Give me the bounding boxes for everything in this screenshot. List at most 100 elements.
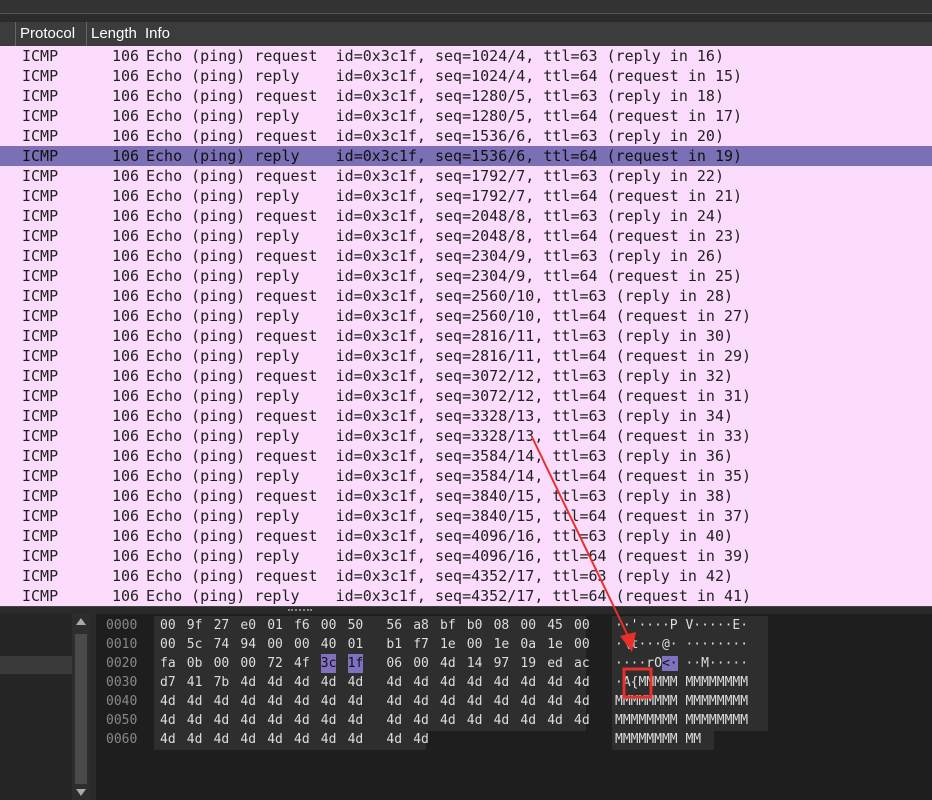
hex-byte[interactable]: 94 — [240, 635, 256, 655]
hex-byte[interactable]: e0 — [240, 616, 256, 636]
hex-byte[interactable]: 4d — [440, 654, 456, 674]
hex-byte[interactable]: 4d — [494, 673, 510, 693]
hex-byte[interactable]: 4d — [386, 692, 402, 712]
hex-byte[interactable]: 40 — [321, 635, 337, 655]
hex-byte[interactable]: 01 — [348, 635, 364, 655]
hex-byte[interactable]: ac — [574, 654, 590, 674]
hex-byte[interactable]: 4d — [240, 673, 256, 693]
hex-byte[interactable]: 4d — [240, 730, 256, 750]
hex-byte[interactable]: 4d — [321, 673, 337, 693]
packet-row[interactable]: ICMP 106 Echo (ping) reply id=0x3c1f, seq=… — [0, 226, 932, 246]
scroll-thumb[interactable] — [75, 634, 87, 784]
scroll-up-icon[interactable] — [76, 618, 86, 625]
packet-row[interactable]: ICMP 106 Echo (ping) reply id=0x3c1f, seq=… — [0, 106, 932, 126]
hex-byte[interactable]: 4d — [294, 730, 310, 750]
hex-byte[interactable]: 06 — [386, 654, 402, 674]
hex-byte[interactable]: 4d — [520, 711, 536, 731]
packet-row[interactable]: ICMP 106 Echo (ping) request id=0x3c1f, se… — [0, 166, 932, 186]
hex-byte[interactable]: 00 — [467, 635, 483, 655]
packet-row[interactable]: ICMP 106 Echo (ping) reply id=0x3c1f, seq=… — [0, 546, 932, 566]
hex-byte[interactable]: 4d — [214, 692, 230, 712]
hex-byte[interactable]: 1f — [347, 654, 364, 674]
hex-byte[interactable]: 4d — [348, 692, 364, 712]
packet-row[interactable]: ICMP 106 Echo (ping) request id=0x3c1f, se… — [0, 206, 932, 226]
packet-bytes-pane[interactable]: 0000 00 9f 27 e0 01 f6 00 50 56 a8 bf b0 08 00 45 00 ··'·… — [96, 614, 932, 800]
hex-byte[interactable]: 4d — [321, 711, 337, 731]
hex-byte[interactable]: 4d — [440, 673, 456, 693]
ascii-row[interactable]: MMMMMMMM MM — [615, 730, 701, 750]
hex-byte[interactable]: 4d — [160, 692, 176, 712]
hex-byte[interactable]: 45 — [547, 616, 563, 636]
hex-byte[interactable]: 00 — [160, 616, 176, 636]
hex-byte[interactable]: 4d — [187, 711, 203, 731]
hex-byte[interactable]: d7 — [160, 673, 176, 693]
hex-byte[interactable]: 1e — [547, 635, 563, 655]
hex-byte[interactable]: 4d — [440, 711, 456, 731]
hex-byte[interactable]: 97 — [494, 654, 510, 674]
hex-byte[interactable]: 50 — [348, 616, 364, 636]
ascii-row[interactable]: MMMMMMMM MMMMMMMM — [615, 692, 748, 712]
ascii-row[interactable]: ··'····P V·····E· — [615, 616, 748, 636]
scroll-down-icon[interactable] — [76, 789, 86, 796]
hex-byte[interactable]: 4d — [267, 673, 283, 693]
packet-row[interactable]: ICMP 106 Echo (ping) reply id=0x3c1f, seq=… — [0, 426, 932, 446]
packet-row[interactable]: ICMP 106 Echo (ping) reply id=0x3c1f, seq=… — [0, 586, 932, 606]
hex-byte[interactable]: 4d — [413, 673, 429, 693]
packet-row[interactable]: ICMP 106 Echo (ping) request id=0x3c1f, se… — [0, 566, 932, 586]
hex-byte[interactable]: 4d — [267, 711, 283, 731]
hex-byte[interactable]: 4d — [267, 692, 283, 712]
hex-byte[interactable]: 56 — [386, 616, 402, 636]
packet-row[interactable]: ICMP 106 Echo (ping) reply id=0x3c1f, seq=… — [0, 386, 932, 406]
hex-byte[interactable]: fa — [160, 654, 176, 674]
packet-row[interactable]: ICMP 106 Echo (ping) reply id=0x3c1f, seq=… — [0, 186, 932, 206]
hex-byte[interactable]: 4d — [321, 730, 337, 750]
hex-byte[interactable]: 4d — [386, 711, 402, 731]
hex-byte[interactable]: 4d — [294, 711, 310, 731]
hex-byte[interactable]: 9f — [187, 616, 203, 636]
hex-byte[interactable]: 1e — [440, 635, 456, 655]
hex-byte[interactable]: f7 — [413, 635, 429, 655]
column-header-protocol[interactable]: Protocol — [16, 22, 87, 46]
packet-list[interactable]: ICMP 106 Echo (ping) request id=0x3c1f, se… — [0, 46, 932, 606]
ascii-row[interactable]: MMMMMMMM MMMMMMMM — [615, 711, 748, 731]
details-scrollbar[interactable] — [72, 614, 90, 800]
hex-byte[interactable]: 4d — [214, 711, 230, 731]
hex-byte[interactable]: 4d — [547, 673, 563, 693]
packet-row[interactable]: ICMP 106 Echo (ping) request id=0x3c1f, se… — [0, 126, 932, 146]
hex-byte[interactable]: 00 — [574, 616, 590, 636]
hex-byte[interactable]: 4d — [467, 711, 483, 731]
packet-row[interactable]: ICMP 106 Echo (ping) reply id=0x3c1f, seq=… — [0, 306, 932, 326]
hex-byte[interactable]: b0 — [467, 616, 483, 636]
hex-byte[interactable]: a8 — [413, 616, 429, 636]
packet-row[interactable]: ICMP 106 Echo (ping) request id=0x3c1f, se… — [0, 446, 932, 466]
column-header-length[interactable]: Length — [87, 22, 143, 46]
hex-byte[interactable]: 4d — [494, 711, 510, 731]
hex-byte[interactable]: 4d — [240, 711, 256, 731]
hex-byte[interactable]: 4d — [240, 692, 256, 712]
hex-byte[interactable]: 4d — [547, 711, 563, 731]
hex-byte[interactable]: 4d — [386, 673, 402, 693]
packet-row[interactable]: ICMP 106 Echo (ping) reply id=0x3c1f, seq=… — [0, 66, 932, 86]
splitter-grip-icon[interactable] — [288, 609, 312, 613]
hex-byte[interactable]: ed — [547, 654, 563, 674]
hex-byte[interactable]: 4d — [348, 711, 364, 731]
packet-row[interactable]: ICMP 106 Echo (ping) reply id=0x3c1f, seq=… — [0, 466, 932, 486]
hex-byte[interactable]: 00 — [214, 654, 230, 674]
ascii-row[interactable]: ·A{MMMMM MMMMMMMM — [615, 673, 748, 693]
filter-bar[interactable] — [0, 0, 932, 14]
hex-byte[interactable]: 4d — [413, 730, 429, 750]
packet-row[interactable]: ICMP 106 Echo (ping) request id=0x3c1f, se… — [0, 526, 932, 546]
hex-byte[interactable]: 3c — [320, 654, 337, 674]
selected-detail-row[interactable] — [0, 656, 72, 674]
packet-row[interactable]: ICMP 106 Echo (ping) request id=0x3c1f, se… — [0, 486, 932, 506]
hex-byte[interactable]: 4f — [294, 654, 310, 674]
hex-byte[interactable]: 4d — [214, 730, 230, 750]
hex-byte[interactable]: 01 — [267, 616, 283, 636]
hex-byte[interactable]: 4d — [294, 692, 310, 712]
hex-byte[interactable]: 00 — [160, 635, 176, 655]
hex-byte[interactable]: 00 — [574, 635, 590, 655]
hex-byte[interactable]: 08 — [494, 616, 510, 636]
packet-row[interactable]: ICMP 106 Echo (ping) request id=0x3c1f, se… — [0, 326, 932, 346]
hex-byte[interactable]: 72 — [267, 654, 283, 674]
hex-byte[interactable]: 4d — [547, 692, 563, 712]
